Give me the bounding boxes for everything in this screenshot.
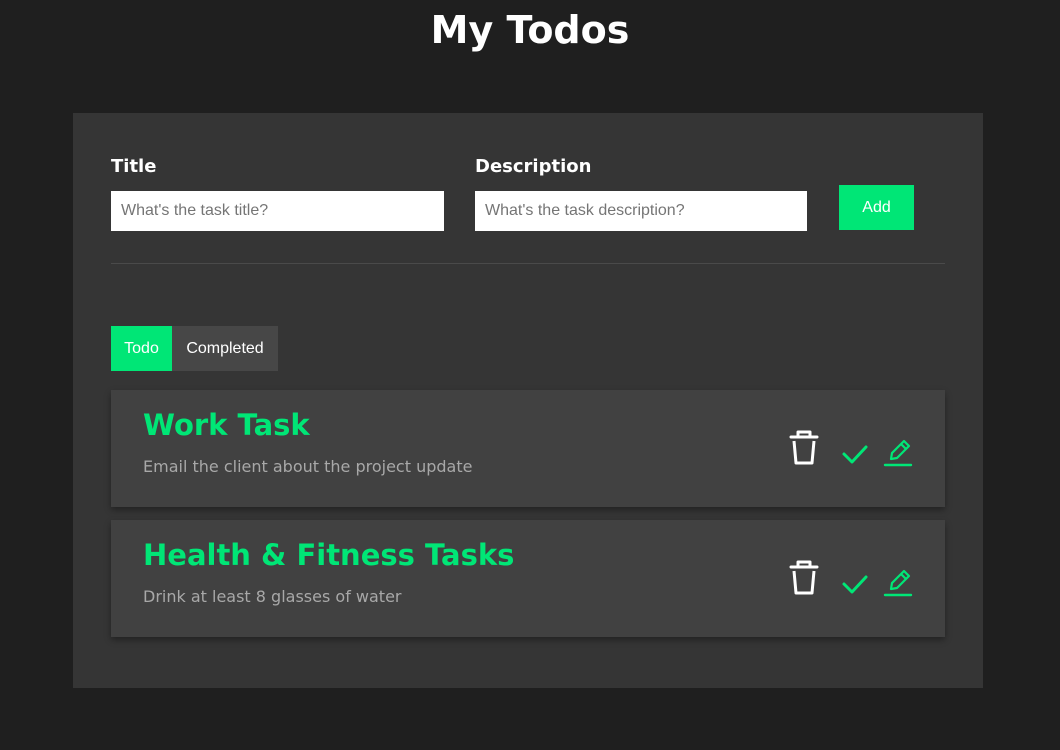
pencil-icon[interactable] (883, 566, 913, 598)
todo-description: Email the client about the project updat… (143, 457, 473, 476)
title-input[interactable] (111, 191, 444, 231)
page-title: My Todos (430, 8, 630, 52)
title-label: Title (111, 156, 157, 177)
add-button[interactable]: Add (839, 185, 914, 230)
pencil-icon[interactable] (883, 436, 913, 468)
description-label: Description (475, 156, 592, 177)
todo-list: Work Task Email the client about the pro… (111, 390, 945, 650)
todo-description: Drink at least 8 glasses of water (143, 587, 402, 606)
todo-panel: Title Description Add Todo Completed Wor… (73, 113, 983, 688)
todo-item: Work Task Email the client about the pro… (111, 390, 945, 507)
divider (111, 263, 945, 264)
title-field: Title (111, 155, 444, 231)
trash-icon[interactable] (784, 558, 824, 598)
check-icon[interactable] (841, 440, 869, 468)
tab-todo[interactable]: Todo (111, 326, 172, 371)
tab-bar: Todo Completed (111, 326, 278, 371)
trash-icon[interactable] (784, 428, 824, 468)
todo-title: Work Task (143, 408, 310, 442)
todo-item: Health & Fitness Tasks Drink at least 8 … (111, 520, 945, 637)
todo-title: Health & Fitness Tasks (143, 538, 515, 572)
check-icon[interactable] (841, 570, 869, 598)
description-input[interactable] (475, 191, 807, 231)
add-todo-form: Title Description Add (111, 155, 945, 233)
tab-completed[interactable]: Completed (172, 326, 278, 371)
description-field: Description (475, 155, 807, 231)
